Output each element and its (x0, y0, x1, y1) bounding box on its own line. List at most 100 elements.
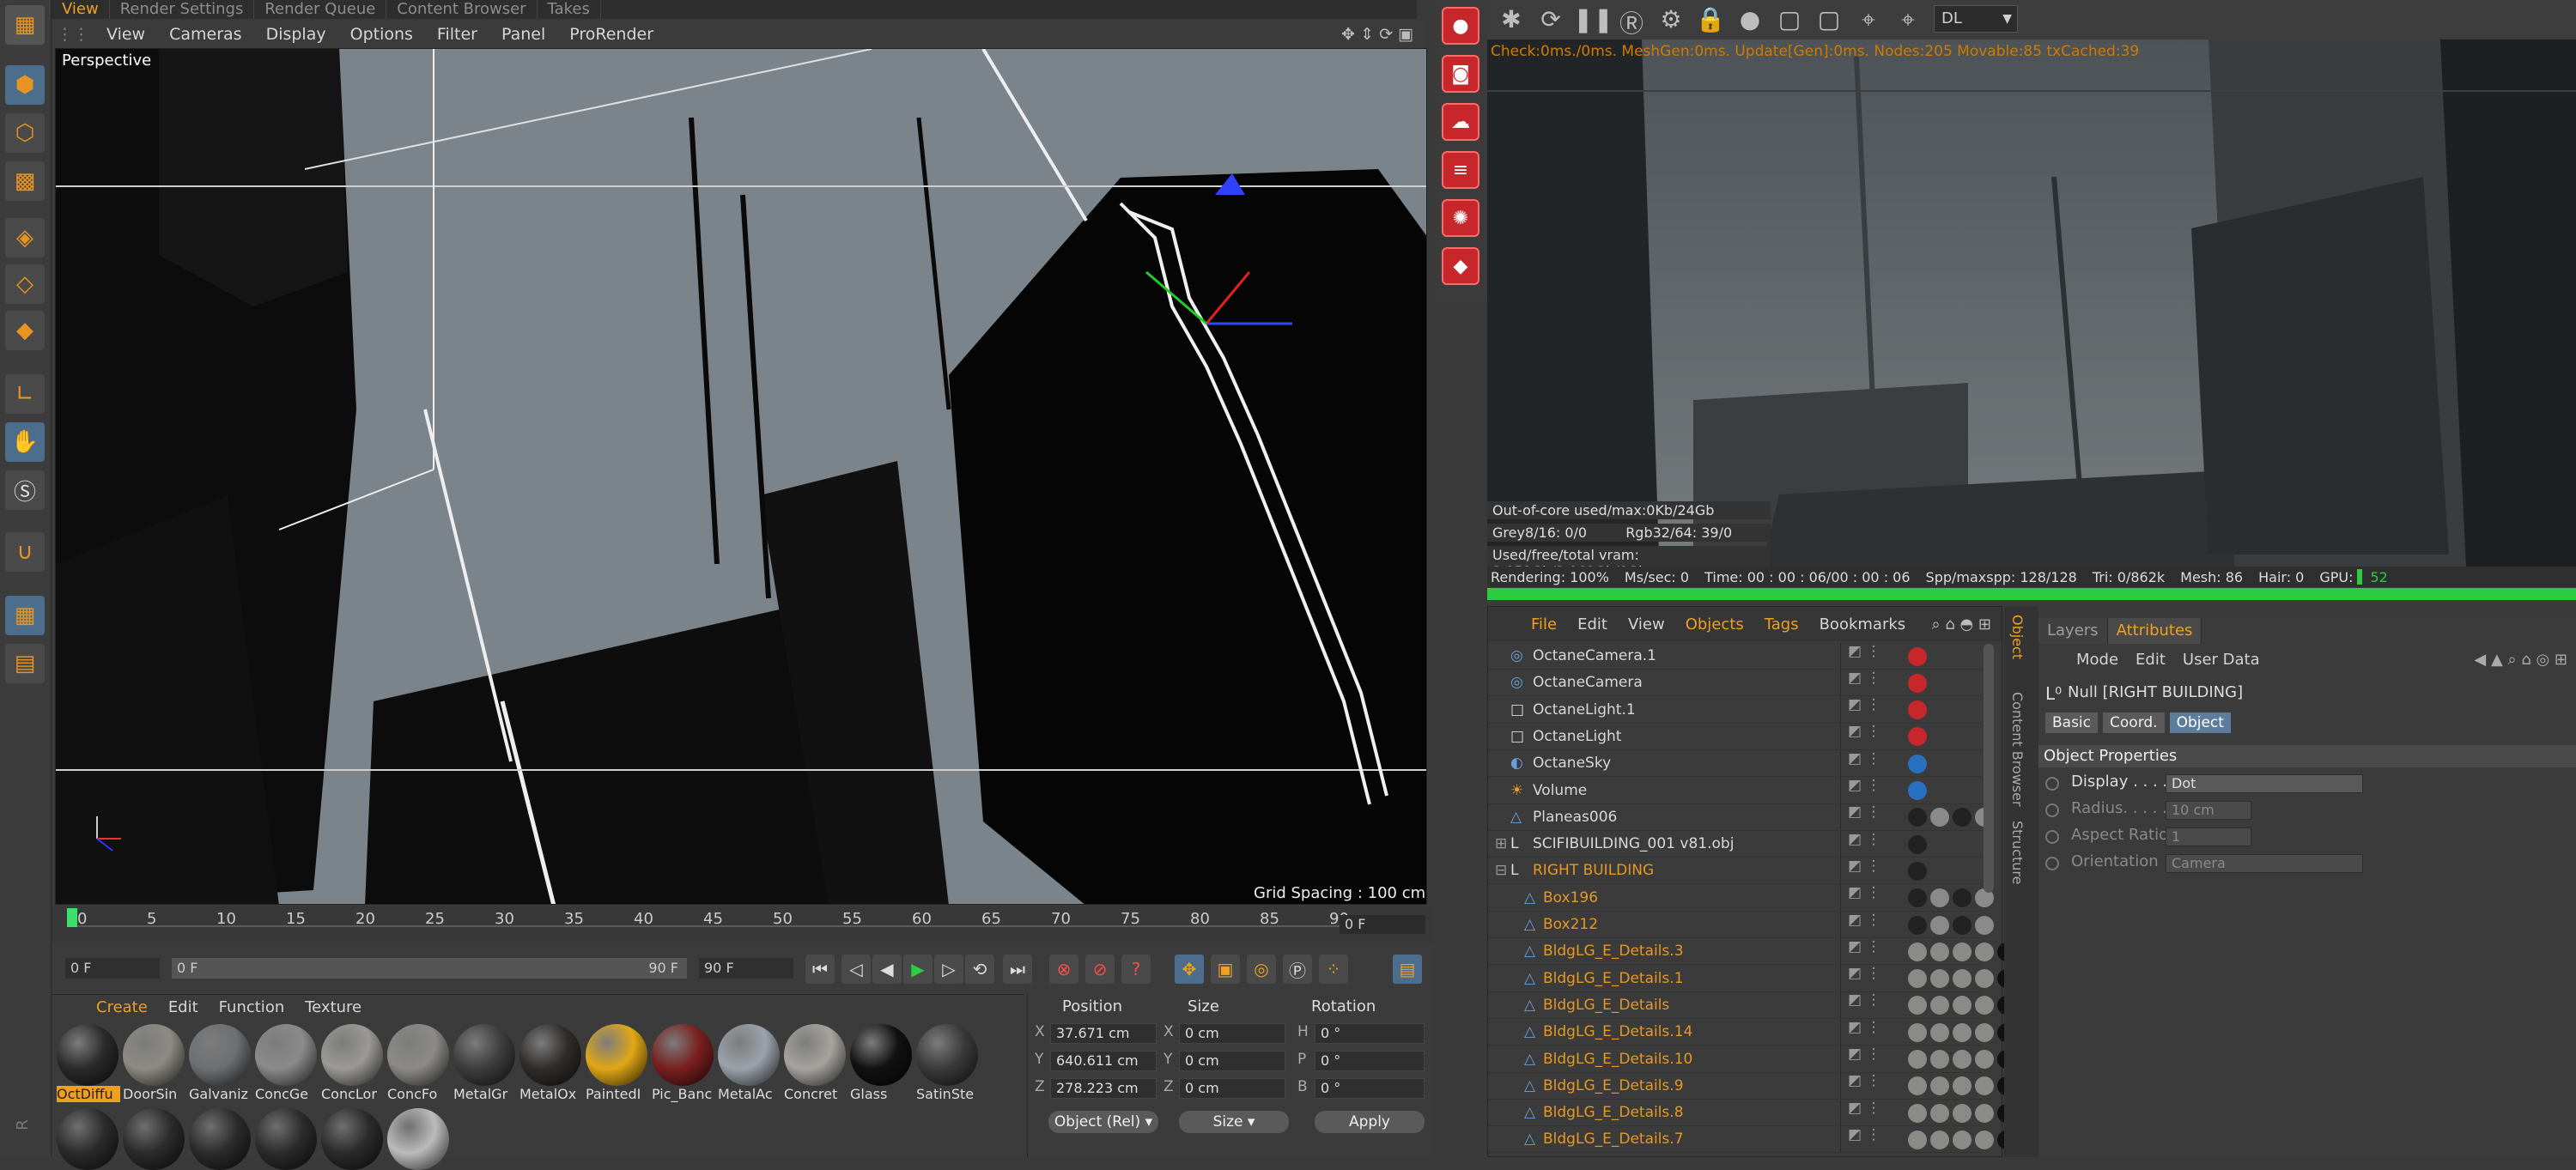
material-tag-icon[interactable] (1953, 969, 1971, 989)
pin2-icon[interactable]: ⌖ (1893, 5, 1923, 34)
snap-icon[interactable]: Ⓢ (5, 470, 45, 510)
visibility-toggle-icon[interactable]: ◩ ⋮ (1848, 884, 1880, 901)
material-tag-icon[interactable] (1930, 888, 1949, 908)
material-tag-icon[interactable] (1908, 861, 1927, 881)
coord-size-field[interactable]: 0 cm (1179, 1023, 1285, 1044)
material-tag-icon[interactable] (1975, 915, 1994, 935)
material-tag-icon[interactable] (1975, 1050, 1994, 1069)
keyframe-radio-icon[interactable] (2045, 803, 2059, 817)
object-row[interactable]: □ OctaneLight.1 ◩ ⋮ (1488, 696, 1982, 724)
frame-range-slider[interactable]: 0 F 90 F (172, 958, 687, 979)
material-tag-icon[interactable] (1908, 1022, 1927, 1042)
frame-icon[interactable]: ▢ (1774, 5, 1805, 34)
material-tag-icon[interactable] (1953, 942, 1971, 961)
play-icon[interactable]: ▶ (903, 955, 933, 984)
object-name[interactable]: SCIFIBUILDING_001 v81.obj (1533, 835, 1734, 852)
tab-render-queue[interactable]: Render Queue (254, 0, 387, 19)
material-tag-icon[interactable] (1908, 834, 1927, 854)
material-tag-icon[interactable] (1975, 1130, 1994, 1149)
material-tag-icon[interactable] (1953, 1022, 1971, 1042)
rotate-key-icon[interactable]: ◎ (1247, 955, 1276, 984)
tab-render-settings[interactable]: Render Settings (110, 0, 255, 19)
visibility-toggle-icon[interactable]: ◩ ⋮ (1848, 643, 1880, 660)
material-tag-icon[interactable] (1908, 996, 1927, 1015)
material-tag-icon[interactable] (1953, 888, 1971, 908)
timeline-icon[interactable]: ▤ (1393, 955, 1422, 984)
keyframe-help-icon[interactable]: ? (1121, 955, 1151, 984)
mat-menu-function[interactable]: Function (209, 998, 295, 1016)
visibility-toggle-icon[interactable]: ◩ ⋮ (1848, 750, 1880, 767)
tab-content-browser[interactable]: Content Browser (386, 0, 538, 19)
material-ball[interactable] (321, 1108, 383, 1170)
workplane-grid-icon[interactable]: ▤ (5, 644, 45, 683)
material-tag-icon[interactable] (1908, 727, 1927, 747)
object-name[interactable]: Box196 (1543, 889, 1598, 906)
visibility-toggle-icon[interactable]: ◩ ⋮ (1848, 991, 1880, 1009)
workplane-icon[interactable]: ▩ (5, 161, 45, 201)
object-row[interactable]: ☀ Volume ◩ ⋮ (1488, 777, 1982, 804)
object-name[interactable]: OctaneCamera (1533, 674, 1643, 691)
menu-panel[interactable]: Panel (489, 25, 557, 44)
material-tag-icon[interactable] (1908, 969, 1927, 989)
object-name[interactable]: OctaneLight.1 (1533, 701, 1636, 718)
viewport-nav-icons[interactable]: ✥ ⇕ ⟳ ▣ (1329, 25, 1425, 44)
coord-rotation-field[interactable]: 0 ° (1315, 1023, 1425, 1044)
lock-grid-icon[interactable]: ▦ (5, 596, 45, 635)
material-tag-icon[interactable] (1930, 996, 1949, 1015)
render-viewer[interactable] (1487, 39, 2576, 567)
obj-menu-view[interactable]: View (1618, 615, 1675, 633)
material-tag-icon[interactable] (1930, 969, 1949, 989)
material-ball[interactable] (189, 1024, 251, 1086)
list-icon[interactable]: ≡ (1442, 151, 1479, 189)
material-tag-icon[interactable] (1908, 754, 1927, 773)
frame2-icon[interactable]: ▢ (1814, 5, 1844, 34)
visibility-toggle-icon[interactable]: ◩ ⋮ (1848, 858, 1880, 875)
material-ball[interactable] (123, 1108, 185, 1170)
attr-menu-edit[interactable]: Edit (2127, 651, 2174, 669)
timeline-playhead[interactable] (67, 908, 77, 927)
obj-menu-file[interactable]: File (1521, 615, 1567, 633)
object-name[interactable]: Box212 (1543, 916, 1598, 933)
material-tag-icon[interactable] (1908, 646, 1927, 666)
material-tag-icon[interactable] (1930, 915, 1949, 935)
material-ball[interactable] (57, 1024, 118, 1086)
material-tag-icon[interactable] (1975, 969, 1994, 989)
visibility-toggle-icon[interactable]: ◩ ⋮ (1848, 1046, 1880, 1063)
subtab-object[interactable]: Object (2169, 712, 2231, 733)
material-ball[interactable] (586, 1024, 647, 1086)
region-icon[interactable]: Ⓡ (1616, 5, 1647, 38)
tab-layers[interactable]: Layers (2038, 618, 2108, 644)
material-tag-icon[interactable] (1908, 1103, 1927, 1123)
object-name[interactable]: BldgLG_E_Details (1543, 997, 1669, 1014)
material-ball[interactable] (453, 1024, 515, 1086)
object-row[interactable]: △ BldgLG_E_Details.3 ◩ ⋮ (1488, 937, 2016, 966)
object-row[interactable]: □ OctaneLight ◩ ⋮ (1488, 723, 1982, 750)
record-icon[interactable]: ● (1442, 7, 1479, 45)
coord-position-field[interactable]: 278.223 cm (1050, 1078, 1157, 1099)
material-tag-icon[interactable] (1975, 1076, 1994, 1096)
material-ball[interactable] (189, 1108, 251, 1170)
keyframe-radio-icon[interactable] (2045, 777, 2059, 791)
visibility-toggle-icon[interactable]: ◩ ⋮ (1848, 803, 1880, 821)
object-name[interactable]: BldgLG_E_Details.8 (1543, 1104, 1684, 1121)
current-frame-field[interactable]: 0 F (1340, 915, 1425, 934)
material-tag-icon[interactable] (1975, 942, 1994, 961)
coord-position-field[interactable]: 37.671 cm (1050, 1023, 1157, 1044)
object-row[interactable]: △ Box196 ◩ ⋮ (1488, 884, 1994, 912)
obj-menu-bookmarks[interactable]: Bookmarks (1809, 615, 1917, 633)
menu-filter[interactable]: Filter (425, 25, 489, 44)
pin-icon[interactable]: ⌖ (1853, 5, 1884, 34)
object-row[interactable]: △ BldgLG_E_Details ◩ ⋮ (1488, 991, 2016, 1019)
material-tag-icon[interactable] (1930, 1076, 1949, 1096)
material-ball[interactable] (321, 1024, 383, 1086)
material-tag-icon[interactable] (1908, 888, 1927, 908)
end-frame-field[interactable]: 90 F (699, 958, 793, 979)
visibility-toggle-icon[interactable]: ◩ ⋮ (1848, 831, 1880, 848)
next-frame-icon[interactable]: ▷ (934, 955, 963, 984)
object-row[interactable]: △ BldgLG_E_Details.1 ◩ ⋮ (1488, 965, 2016, 992)
material-tag-icon[interactable] (1908, 1076, 1927, 1096)
property-field[interactable]: 1 (2166, 827, 2251, 846)
material-ball[interactable] (850, 1024, 912, 1086)
material-tag-icon[interactable] (1908, 942, 1927, 961)
object-name[interactable]: Volume (1533, 782, 1587, 799)
